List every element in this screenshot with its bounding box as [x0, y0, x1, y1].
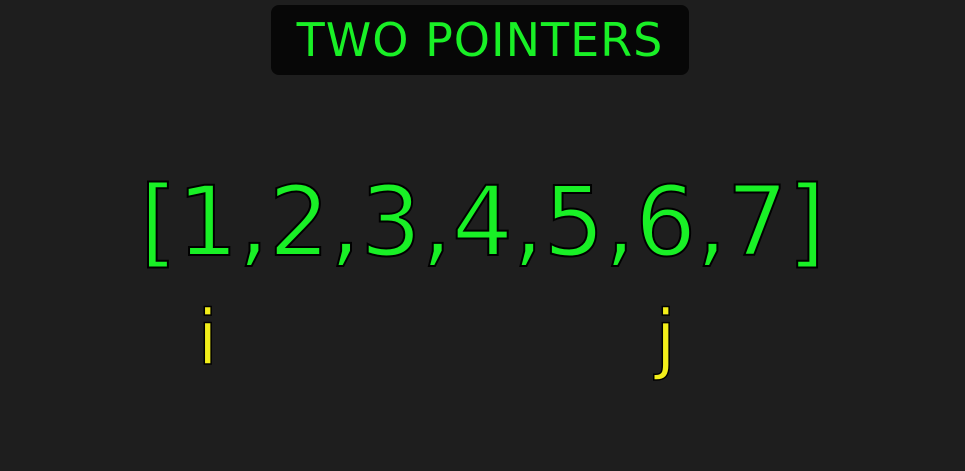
array-element-3: 3	[359, 166, 422, 278]
array-element-6: 6	[634, 166, 697, 278]
separator: ,	[237, 166, 269, 278]
array-element-5: 5	[543, 166, 606, 278]
separator: ,	[695, 166, 727, 278]
separator: ,	[329, 166, 361, 278]
separator: ,	[512, 166, 544, 278]
array-display: [ 1 , 2 , 3 , 4 , 5 , 6 , 7 ]	[0, 162, 965, 282]
pointer-i: i	[196, 293, 219, 382]
array-element-4: 4	[451, 166, 514, 278]
array-element-2: 2	[268, 166, 331, 278]
title-text: TWO POINTERS	[296, 13, 664, 67]
separator: ,	[604, 166, 636, 278]
close-bracket: ]	[787, 166, 826, 278]
title-banner: TWO POINTERS	[271, 5, 689, 75]
array-element-1: 1	[176, 166, 239, 278]
pointer-j: j	[654, 293, 677, 382]
open-bracket: [	[139, 166, 178, 278]
separator: ,	[420, 166, 452, 278]
array-element-7: 7	[726, 166, 789, 278]
